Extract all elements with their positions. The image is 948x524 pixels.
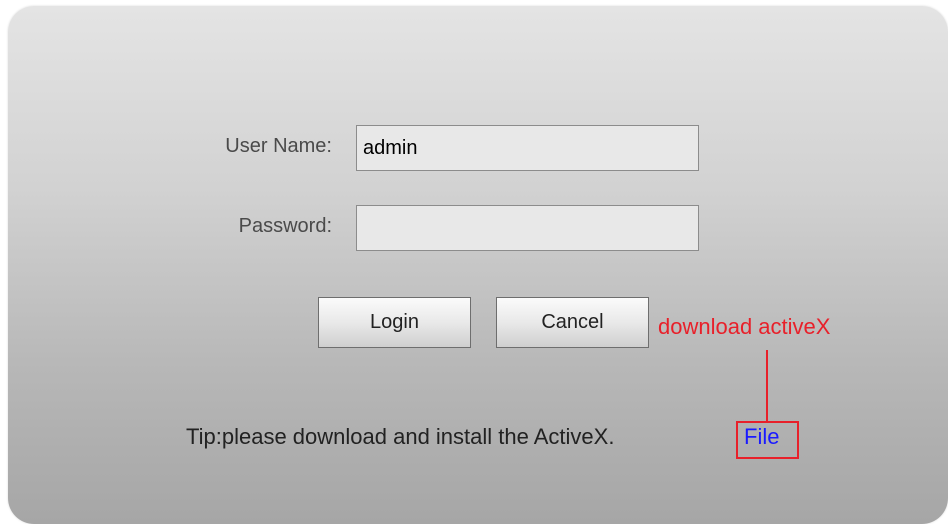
cancel-button[interactable]: Cancel bbox=[496, 297, 649, 348]
activex-tip-text: Tip:please download and install the Acti… bbox=[186, 424, 615, 449]
username-input[interactable] bbox=[356, 125, 699, 171]
username-label: User Name: bbox=[225, 135, 332, 157]
activex-file-link[interactable]: File bbox=[744, 424, 779, 450]
login-button[interactable]: Login bbox=[318, 297, 471, 348]
annotation-connector-line bbox=[766, 350, 768, 422]
password-label: Password: bbox=[238, 215, 332, 237]
password-input[interactable] bbox=[356, 205, 699, 251]
download-activex-annotation: download activeX bbox=[658, 314, 831, 339]
